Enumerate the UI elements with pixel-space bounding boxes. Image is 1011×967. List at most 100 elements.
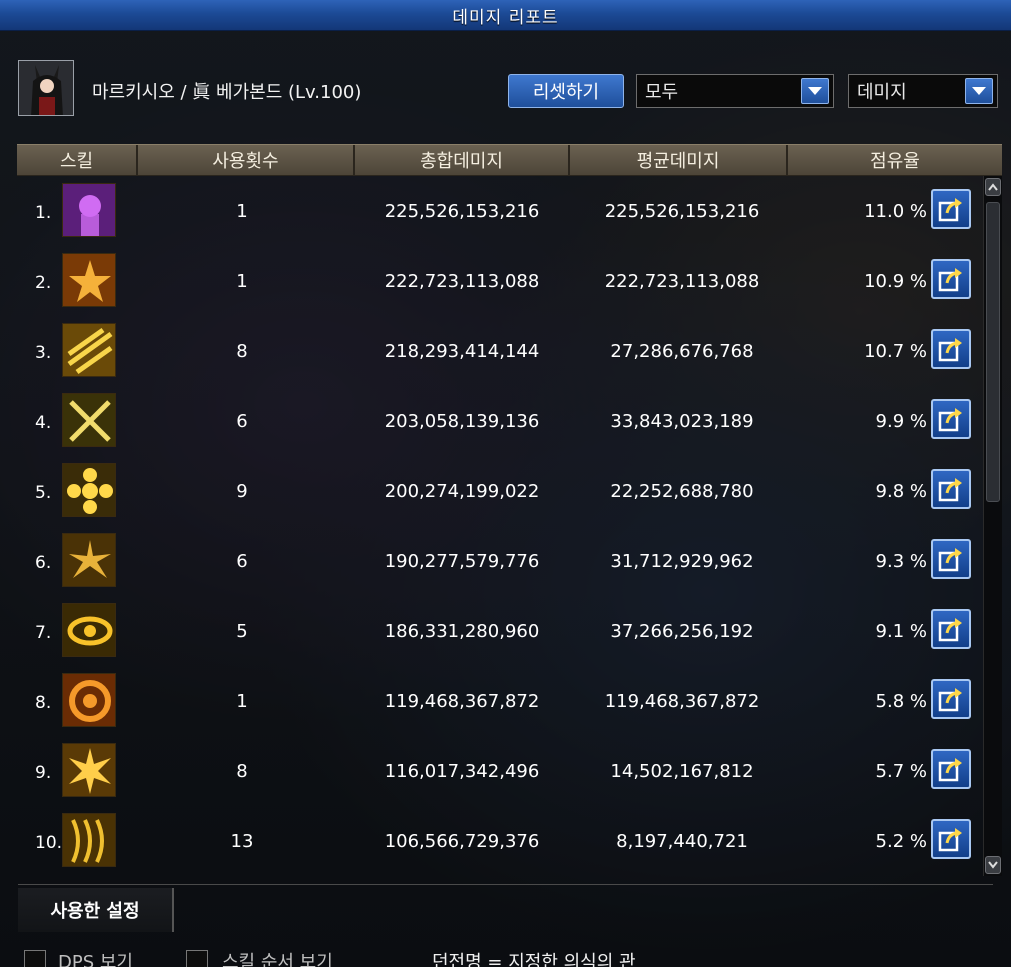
skill-icon-purple-portrait bbox=[62, 183, 116, 237]
scrollbar[interactable] bbox=[983, 176, 1002, 876]
table-row: 6. 6 190,277,579,776 31,712,929,962 9.3 … bbox=[17, 525, 985, 595]
row-share: 10.9 % bbox=[864, 271, 927, 292]
row-share: 5.7 % bbox=[875, 761, 927, 782]
row-use-count: 1 bbox=[236, 271, 248, 292]
export-button[interactable] bbox=[931, 819, 971, 859]
skill-icon-gold-explosion bbox=[62, 743, 116, 797]
skill-icon-gold-swirl bbox=[62, 603, 116, 657]
skill-icon-orange-burst bbox=[62, 253, 116, 307]
table-row: 10. 13 106,566,729,376 8,197,440,721 5.2… bbox=[17, 805, 985, 875]
table-row: 4. 6 203,058,139,136 33,843,023,189 9.9 … bbox=[17, 385, 985, 455]
column-header-share[interactable]: 점유율 bbox=[788, 145, 1002, 175]
export-button[interactable] bbox=[931, 399, 971, 439]
export-icon bbox=[938, 408, 962, 432]
export-icon bbox=[938, 338, 962, 362]
skill-icon-orange-vortex bbox=[62, 673, 116, 727]
scroll-down-button[interactable] bbox=[985, 856, 1001, 874]
row-average-damage: 22,252,688,780 bbox=[610, 481, 754, 502]
skill-icon-gold-sparks bbox=[62, 533, 116, 587]
row-share: 9.3 % bbox=[875, 551, 927, 572]
export-button[interactable] bbox=[931, 329, 971, 369]
damage-report-window: 데미지 리포트 마르키시오 / 眞 베가본드 (Lv.100) 리셋하기 모두 … bbox=[0, 0, 1011, 967]
row-average-damage: 8,197,440,721 bbox=[616, 831, 748, 852]
export-icon bbox=[938, 548, 962, 572]
row-average-damage: 27,286,676,768 bbox=[610, 341, 754, 362]
export-icon bbox=[938, 618, 962, 642]
row-share: 10.7 % bbox=[864, 341, 927, 362]
export-icon bbox=[938, 688, 962, 712]
skill-damage-table: 스킬 사용횟수 총합데미지 평균데미지 점유율 1. 1 225,526,153… bbox=[17, 144, 1002, 877]
report-header: 마르키시오 / 眞 베가본드 (Lv.100) 리셋하기 모두 데미지 bbox=[18, 60, 998, 120]
export-icon bbox=[938, 758, 962, 782]
row-rank: 9. bbox=[35, 763, 52, 783]
chevron-down-icon[interactable] bbox=[965, 78, 993, 104]
skill-icon-gold-flower bbox=[62, 463, 116, 517]
row-total-damage: 225,526,153,216 bbox=[384, 201, 540, 222]
row-share: 9.1 % bbox=[875, 621, 927, 642]
skill-order-checkbox[interactable] bbox=[186, 950, 208, 967]
row-total-damage: 116,017,342,496 bbox=[384, 761, 540, 782]
skill-icon-cross-blades bbox=[62, 393, 116, 447]
row-total-damage: 186,331,280,960 bbox=[384, 621, 540, 642]
row-average-damage: 119,468,367,872 bbox=[604, 691, 760, 712]
column-header-uses[interactable]: 사용횟수 bbox=[138, 145, 355, 175]
row-use-count: 5 bbox=[236, 621, 248, 642]
metric-dropdown[interactable]: 데미지 bbox=[848, 74, 998, 108]
table-row: 7. 5 186,331,280,960 37,266,256,192 9.1 … bbox=[17, 595, 985, 665]
row-share: 9.8 % bbox=[875, 481, 927, 502]
metric-dropdown-value: 데미지 bbox=[857, 82, 907, 103]
row-rank: 1. bbox=[35, 203, 52, 223]
column-header-skill[interactable]: 스킬 bbox=[17, 145, 138, 175]
row-rank: 7. bbox=[35, 623, 52, 643]
table-body: 1. 1 225,526,153,216 225,526,153,216 11.… bbox=[17, 175, 985, 875]
row-total-damage: 218,293,414,144 bbox=[384, 341, 540, 362]
row-total-damage: 200,274,199,022 bbox=[384, 481, 540, 502]
filter-dropdown[interactable]: 모두 bbox=[636, 74, 834, 108]
chevron-down-icon bbox=[988, 861, 998, 869]
row-rank: 6. bbox=[35, 553, 52, 573]
filter-dropdown-value: 모두 bbox=[645, 82, 679, 103]
skill-icon-gold-slash bbox=[62, 323, 116, 377]
row-rank: 3. bbox=[35, 343, 52, 363]
character-name: 마르키시오 / 眞 베가본드 (Lv.100) bbox=[92, 82, 362, 103]
row-rank: 4. bbox=[35, 413, 52, 433]
table-row: 9. 8 116,017,342,496 14,502,167,812 5.7 … bbox=[17, 735, 985, 805]
export-button[interactable] bbox=[931, 749, 971, 789]
row-rank: 10. bbox=[35, 833, 63, 853]
table-row: 5. 9 200,274,199,022 22,252,688,780 9.8 … bbox=[17, 455, 985, 525]
scroll-up-button[interactable] bbox=[985, 178, 1001, 196]
tab-used-settings[interactable]: 사용한 설정 bbox=[18, 888, 174, 932]
export-button[interactable] bbox=[931, 469, 971, 509]
row-average-damage: 225,526,153,216 bbox=[604, 201, 760, 222]
export-button[interactable] bbox=[931, 259, 971, 299]
column-header-average-damage[interactable]: 평균데미지 bbox=[570, 145, 788, 175]
export-button[interactable] bbox=[931, 539, 971, 579]
row-total-damage: 119,468,367,872 bbox=[384, 691, 540, 712]
row-average-damage: 37,266,256,192 bbox=[610, 621, 754, 642]
export-button[interactable] bbox=[931, 609, 971, 649]
row-use-count: 13 bbox=[230, 831, 254, 852]
dps-view-checkbox[interactable] bbox=[24, 950, 46, 967]
chevron-down-icon[interactable] bbox=[801, 78, 829, 104]
reset-button[interactable]: 리셋하기 bbox=[508, 74, 624, 108]
export-icon bbox=[938, 268, 962, 292]
dps-view-label: DPS 보기 bbox=[58, 952, 133, 967]
chevron-up-icon bbox=[988, 183, 998, 191]
row-use-count: 8 bbox=[236, 341, 248, 362]
row-total-damage: 203,058,139,136 bbox=[384, 411, 540, 432]
scroll-thumb[interactable] bbox=[986, 202, 1000, 502]
table-header: 스킬 사용횟수 총합데미지 평균데미지 점유율 bbox=[17, 144, 1002, 176]
row-rank: 2. bbox=[35, 273, 52, 293]
dungeon-name: 던전명 = 지정한 의식의 관 bbox=[432, 952, 636, 967]
footer-bar: DPS 보기 스킬 순서 보기 던전명 = 지정한 의식의 관 bbox=[0, 940, 1011, 967]
row-use-count: 9 bbox=[236, 481, 248, 502]
character-avatar bbox=[18, 60, 74, 116]
export-button[interactable] bbox=[931, 679, 971, 719]
row-rank: 5. bbox=[35, 483, 52, 503]
row-total-damage: 106,566,729,376 bbox=[384, 831, 540, 852]
column-header-total-damage[interactable]: 총합데미지 bbox=[355, 145, 570, 175]
row-average-damage: 222,723,113,088 bbox=[604, 271, 760, 292]
export-button[interactable] bbox=[931, 189, 971, 229]
title-bar[interactable]: 데미지 리포트 bbox=[0, 0, 1011, 31]
row-average-damage: 31,712,929,962 bbox=[610, 551, 754, 572]
